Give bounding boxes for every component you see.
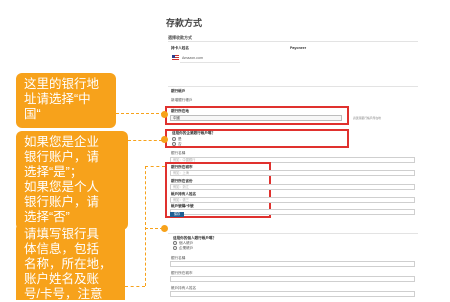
- lower-field2-input[interactable]: [170, 276, 415, 282]
- radio-option-b[interactable]: [173, 246, 177, 250]
- callout-line: 如果您是企业: [24, 135, 100, 149]
- bank-name-label-top: 銀行名稱: [171, 151, 186, 155]
- radio-option-a[interactable]: [173, 241, 177, 245]
- callout-line: 国“: [24, 107, 41, 121]
- divider: [180, 62, 240, 63]
- page-title: 存款方式: [166, 18, 203, 28]
- callout-line: 这里的银行地: [24, 77, 100, 91]
- marker-dot: [161, 136, 168, 143]
- callout-line: 银行账户，请: [24, 195, 100, 209]
- business-question: 這是你的企業銀行帳戶嗎？: [172, 131, 216, 135]
- lower-field3-input[interactable]: [170, 291, 415, 297]
- option-b-label: 企業帳戶: [179, 246, 194, 250]
- callout-line: 请填写银行具: [24, 227, 100, 241]
- connector-line: [145, 166, 165, 167]
- radio-no-label: 否: [178, 142, 182, 146]
- callout-line: 选择“是”；: [24, 165, 83, 179]
- owner-label: 持卡人姓名: [171, 46, 189, 50]
- connector-line: [128, 140, 162, 141]
- branch-input[interactable]: 例如：浙江: [170, 184, 415, 190]
- callout-line: 址请选择“中: [24, 92, 91, 106]
- callout-line: 账户姓名及账: [24, 272, 100, 286]
- connector-line: [145, 228, 163, 229]
- country-select[interactable]: 中國: [170, 115, 342, 121]
- radio-no[interactable]: [172, 142, 176, 146]
- callout-country: 这里的银行地 址请选择“中 国“: [16, 73, 116, 128]
- callout-line: 如果您是个人: [24, 180, 100, 194]
- bank-section-subheader: 新增銀行帳戶: [171, 98, 193, 102]
- connector-line: [145, 166, 146, 286]
- callout-bank-details: 请填写银行具 体信息，包括 名称，所在地， 账户姓名及账 号/卡号，注意: [16, 223, 125, 301]
- callout-line: 银行账户，请: [24, 150, 100, 164]
- lower-field1-input[interactable]: [170, 261, 415, 267]
- connector-line: [116, 113, 164, 114]
- callout-line: 名称，所在地，: [24, 257, 112, 271]
- bank-section-header: 銀行帳戶: [171, 89, 186, 93]
- callout-account-type: 如果您是企业 银行账户，请 选择“是”； 如果您是个人 银行账户，请 选择“否”: [16, 131, 128, 230]
- connector-line: [125, 286, 145, 287]
- country-hint: 請選擇銀行帳戶所在地: [353, 116, 381, 120]
- owner-value: Amazon.com: [182, 56, 203, 60]
- us-flag-icon: [172, 55, 179, 60]
- account-name-input[interactable]: 例如：張三: [170, 197, 415, 203]
- save-button[interactable]: 保存: [170, 212, 184, 217]
- country-label: 銀行所在地: [171, 109, 189, 113]
- bank-city-input[interactable]: 例如：上海: [170, 170, 415, 176]
- account-number-input[interactable]: [170, 209, 415, 215]
- third-label: Payoneer: [290, 46, 307, 50]
- divider: [168, 86, 418, 87]
- callout-line: 体信息，包括: [24, 242, 100, 256]
- divider: [168, 41, 418, 42]
- divider: [168, 233, 418, 234]
- radio-yes[interactable]: [172, 137, 176, 141]
